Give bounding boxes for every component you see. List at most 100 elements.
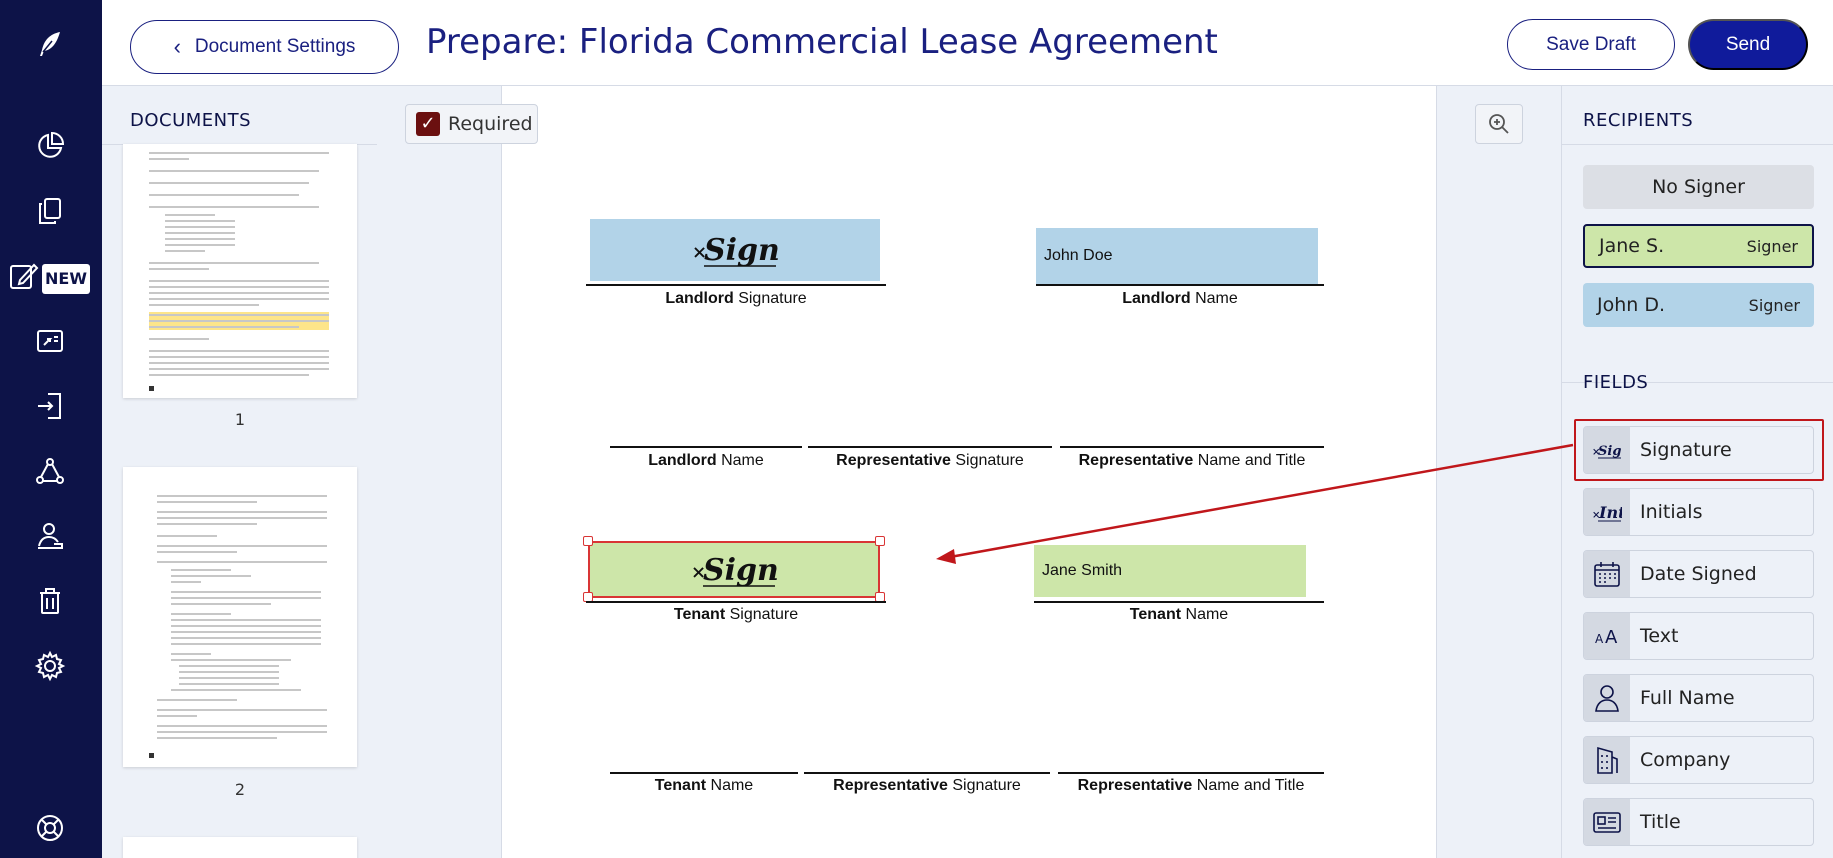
recipient-john[interactable]: John D. Signer — [1583, 283, 1814, 327]
signature-line — [610, 446, 802, 448]
chevron-left-icon: ‹ — [173, 34, 181, 59]
representative-name-title-label-2: Representative Name and Title — [1077, 777, 1305, 794]
person-icon — [1584, 675, 1630, 721]
field-company-label: Company — [1640, 749, 1731, 771]
required-toggle[interactable]: ✓ Required — [405, 104, 538, 144]
building-icon — [1584, 737, 1630, 783]
trash-icon[interactable] — [34, 585, 66, 617]
resize-handle-top-right[interactable] — [875, 536, 885, 546]
landlord-name-top-label: Landlord Name — [1122, 290, 1238, 307]
field-date-signed-label: Date Signed — [1640, 563, 1757, 585]
signature-line — [808, 446, 1052, 448]
recipients-heading: RECIPIENTS — [1583, 110, 1694, 131]
new-document-edit-icon[interactable] — [8, 260, 40, 292]
field-company[interactable]: Company — [1583, 736, 1814, 784]
field-initials-label: Initials — [1640, 501, 1703, 523]
field-initials[interactable]: ×Int Initials — [1583, 488, 1814, 536]
zoom-in-icon — [1489, 114, 1509, 134]
representative-signature-label-1: Representative Signature — [836, 452, 1024, 469]
dashboard-pie-icon[interactable] — [34, 130, 66, 162]
svg-text:Sign: Sign — [703, 553, 779, 588]
signature-line — [610, 772, 798, 774]
recipient-name: John D. — [1597, 294, 1666, 316]
field-title-label: Title — [1640, 811, 1681, 833]
zoom-in-button[interactable] — [1475, 104, 1523, 144]
page-thumbnail-3[interactable] — [123, 837, 357, 858]
recipient-name: Jane S. — [1599, 235, 1665, 257]
representative-signature-label-2: Representative Signature — [833, 777, 1021, 794]
landlord-signature-label: Landlord Signature — [665, 290, 807, 307]
tenant-signature-field[interactable]: × Sign — [588, 541, 880, 598]
sign-in-door-icon[interactable] — [34, 390, 66, 422]
signature-line — [1036, 284, 1324, 286]
page-number-1: 1 — [234, 410, 246, 429]
field-date-signed[interactable]: Date Signed — [1583, 550, 1814, 598]
checkbox-checked-icon[interactable]: ✓ — [416, 112, 440, 136]
document-settings-button[interactable]: ‹ Document Settings — [130, 20, 399, 74]
recipient-role: Signer — [1746, 236, 1798, 256]
templates-icon[interactable] — [34, 325, 66, 357]
xsign-icon: ×Sign — [692, 233, 780, 268]
send-button[interactable]: Send — [1688, 19, 1808, 70]
field-title[interactable]: Title — [1583, 798, 1814, 846]
calendar-icon — [1584, 551, 1630, 597]
documents-copy-icon[interactable] — [34, 195, 66, 227]
signature-line — [586, 284, 886, 286]
text-icon: AA — [1584, 613, 1630, 659]
landlord-signature-field[interactable]: × Sign — [590, 219, 880, 281]
documents-heading: DOCUMENTS — [130, 110, 252, 131]
app-root: NEW ‹ Document Settings Prepare: Florida… — [0, 0, 1833, 858]
nav-rail: NEW — [0, 0, 102, 858]
signature-line — [586, 601, 886, 603]
field-full-name-label: Full Name — [1640, 687, 1735, 709]
signature-line — [1058, 772, 1324, 774]
right-panel: RECIPIENTS No Signer Jane S. Signer John… — [1561, 86, 1833, 858]
tenant-name-label: Tenant Name — [654, 777, 754, 794]
svg-text:Sign: Sign — [704, 233, 780, 268]
recipient-jane[interactable]: Jane S. Signer — [1583, 224, 1814, 268]
svg-text:A: A — [1605, 627, 1618, 648]
quill-logo-icon[interactable] — [34, 28, 66, 60]
initials-icon: ×Int — [1584, 489, 1630, 535]
landlord-name-field[interactable]: John Doe — [1036, 228, 1318, 284]
document-settings-label: Document Settings — [194, 36, 356, 57]
page-thumbnail-2[interactable] — [123, 467, 357, 767]
user-hand-icon[interactable] — [34, 520, 66, 552]
signature-line — [804, 772, 1050, 774]
landlord-name-label: Landlord Name — [648, 452, 764, 469]
settings-gear-icon[interactable] — [34, 650, 66, 682]
tenant-signature-label: Tenant Signature — [673, 606, 799, 623]
help-lifebuoy-icon[interactable] — [34, 812, 66, 844]
field-text-label: Text — [1640, 625, 1679, 647]
recipient-role: Signer — [1748, 295, 1800, 315]
document-page: × Sign Landlord Signature John Doe Landlo… — [501, 86, 1437, 858]
fields-heading: FIELDS — [1583, 372, 1649, 393]
landlord-name-value: John Doe — [1044, 247, 1113, 264]
resize-handle-top-left[interactable] — [583, 536, 593, 546]
svg-text:Int: Int — [1598, 503, 1622, 522]
xsign-icon: ×Sign — [691, 553, 779, 588]
field-full-name[interactable]: Full Name — [1583, 674, 1814, 722]
document-canvas: × Sign Landlord Signature John Doe Landlo… — [377, 86, 1561, 858]
documents-panel: DOCUMENTS 1 2 — [102, 86, 377, 858]
new-badge: NEW — [42, 264, 90, 294]
page-title: Prepare: Florida Commercial Lease Agreem… — [426, 22, 1218, 62]
recipients-divider — [1562, 144, 1833, 145]
tenant-name-field[interactable]: Jane Smith — [1034, 545, 1306, 597]
team-network-icon[interactable] — [34, 455, 66, 487]
tenant-name-value: Jane Smith — [1042, 562, 1123, 579]
no-signer-option[interactable]: No Signer — [1583, 165, 1814, 209]
page-number-2: 2 — [234, 780, 246, 799]
required-label: Required — [448, 113, 533, 135]
id-card-icon — [1584, 799, 1630, 845]
no-signer-label: No Signer — [1652, 176, 1745, 198]
signature-line — [1060, 446, 1324, 448]
signature-line — [1034, 601, 1324, 603]
save-draft-button[interactable]: Save Draft — [1507, 19, 1675, 70]
svg-text:A: A — [1595, 632, 1604, 646]
field-text[interactable]: AA Text — [1583, 612, 1814, 660]
page-thumbnail-1[interactable] — [123, 144, 357, 398]
top-header: ‹ Document Settings Prepare: Florida Com… — [102, 0, 1833, 86]
representative-name-title-label-1: Representative Name and Title — [1078, 452, 1306, 469]
drag-source-highlight — [1574, 419, 1824, 481]
